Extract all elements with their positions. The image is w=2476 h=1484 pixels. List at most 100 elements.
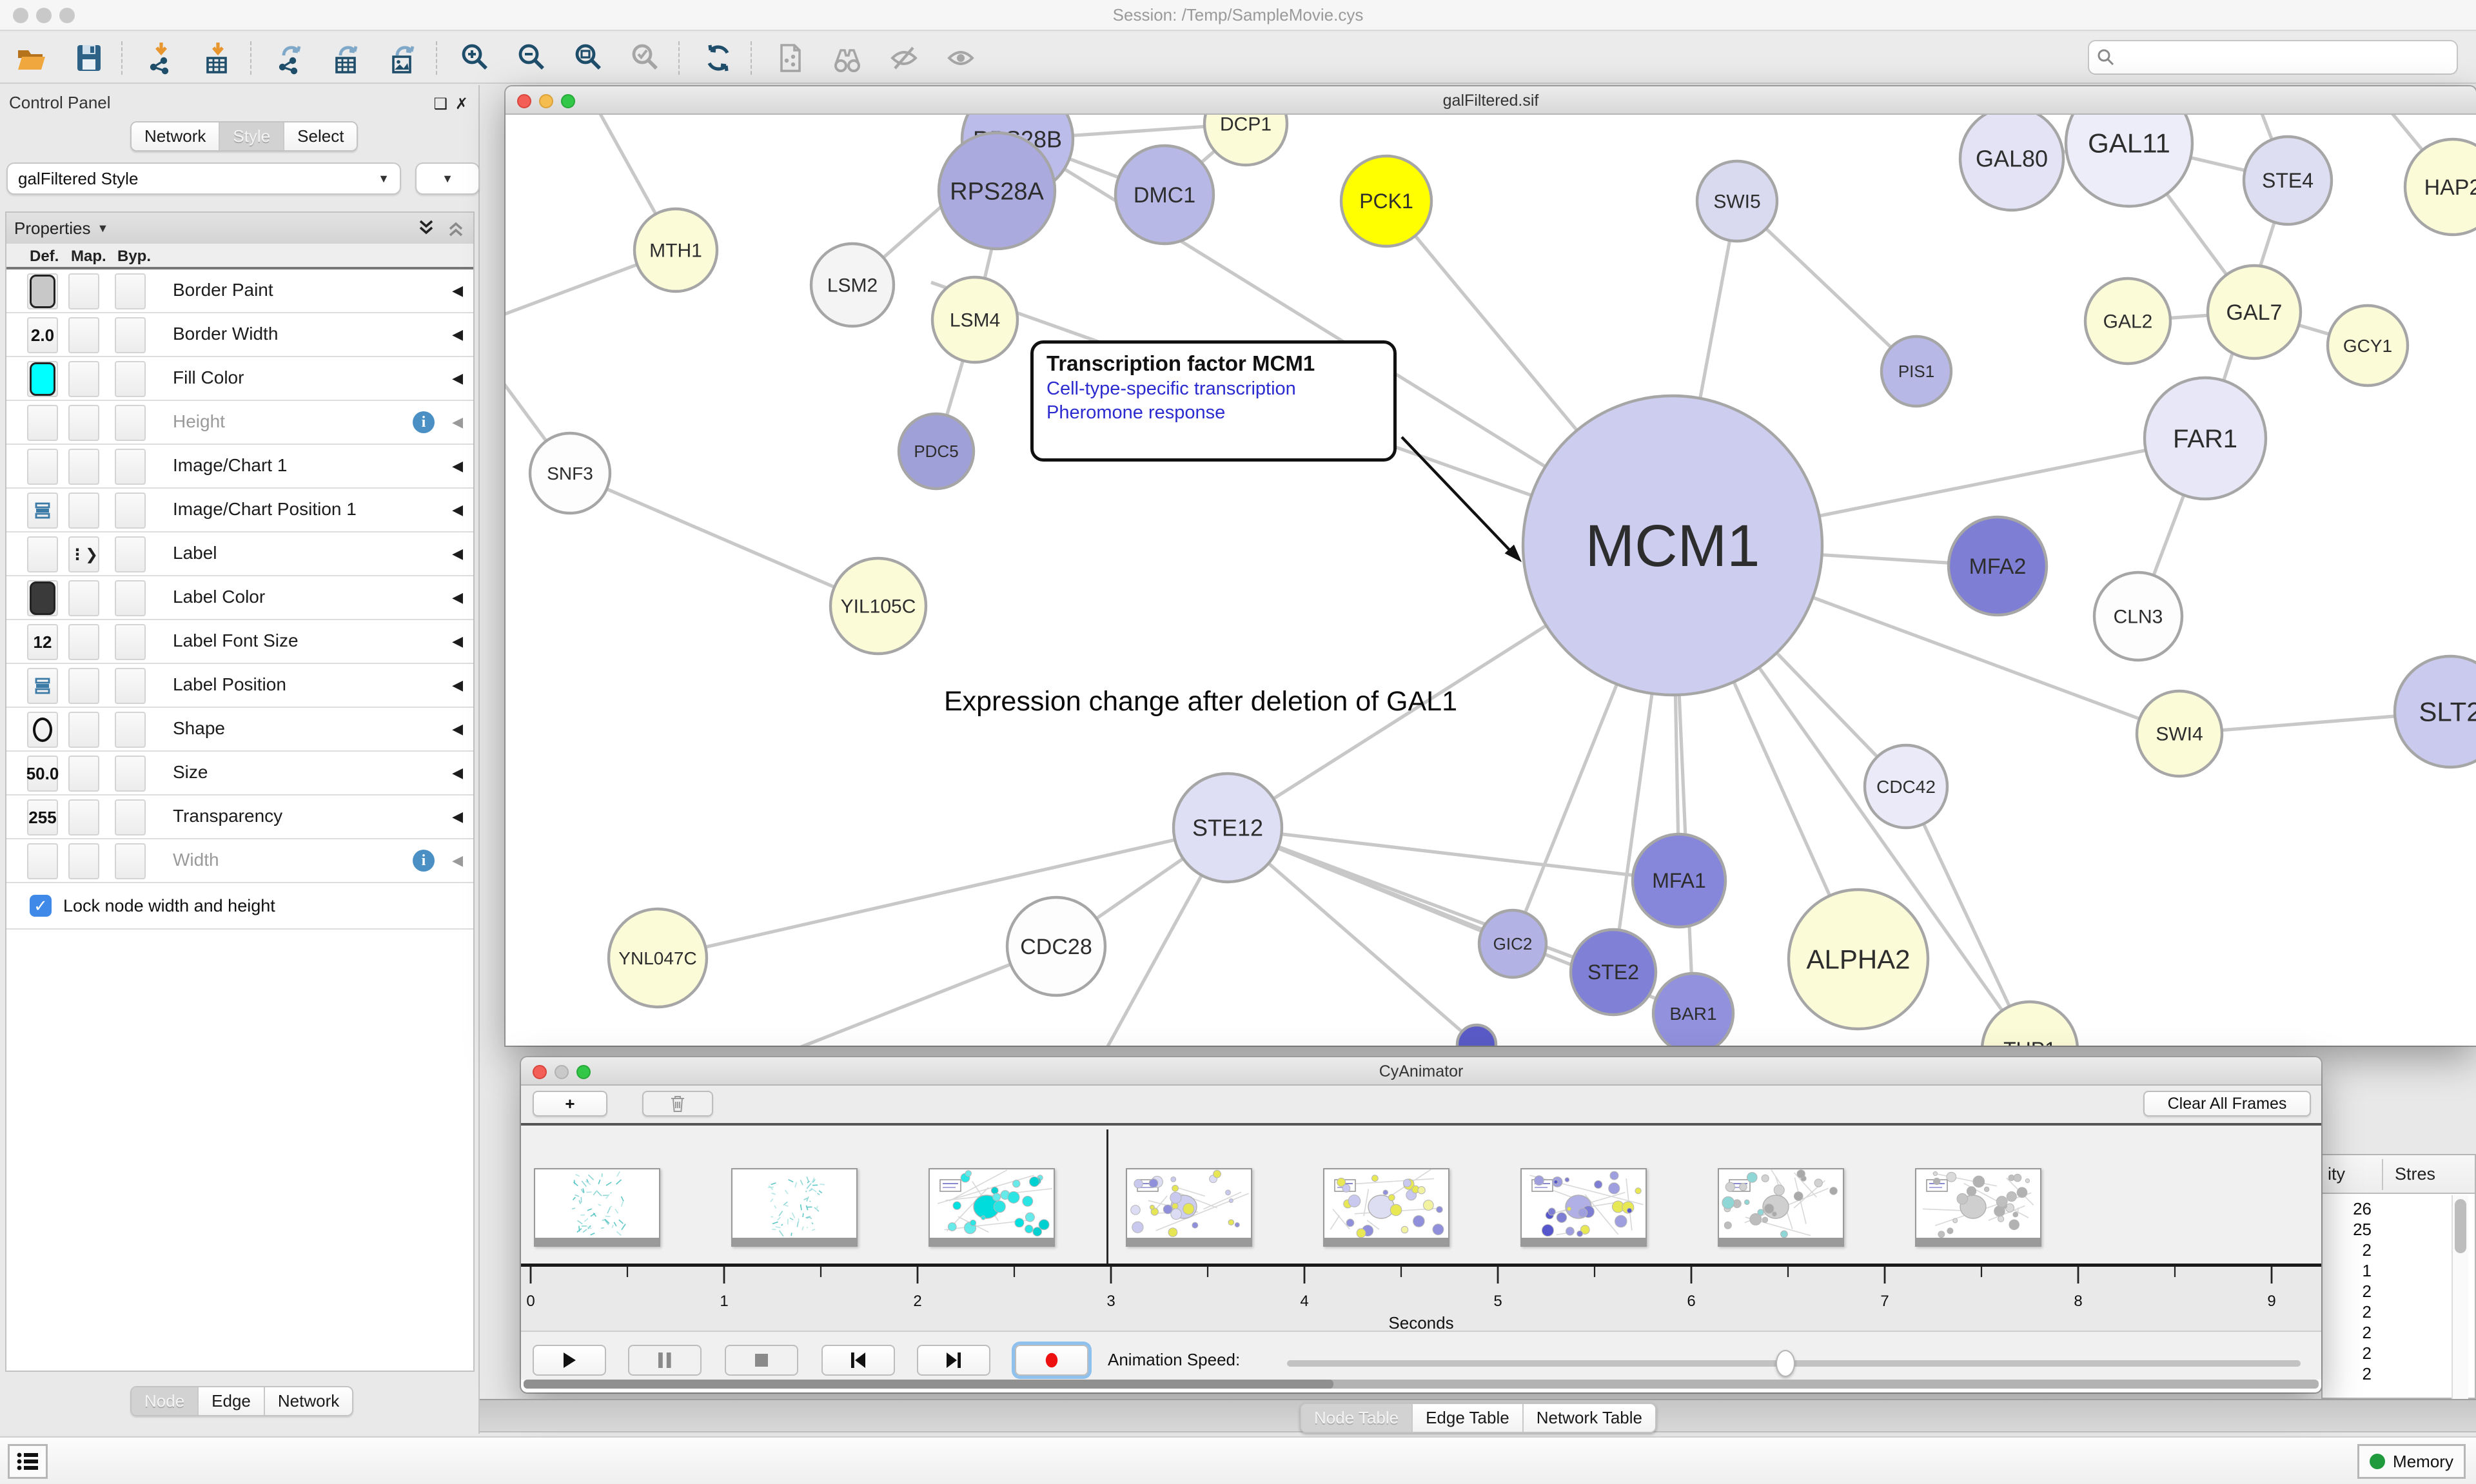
mapping-cell[interactable]: [68, 756, 99, 792]
network-node-dcp1[interactable]: DCP1: [1204, 115, 1287, 165]
play-button[interactable]: [533, 1345, 606, 1376]
mapping-cell[interactable]: [68, 712, 99, 748]
network-node-gal80[interactable]: GAL80: [1960, 115, 2063, 210]
mapping-cell[interactable]: [68, 624, 99, 660]
style-target-tab-network[interactable]: Network: [265, 1387, 352, 1415]
collapse-arrow-icon[interactable]: ◀: [452, 282, 463, 299]
network-node-pis1[interactable]: PIS1: [1882, 337, 1951, 406]
network-node-lsm4[interactable]: LSM4: [932, 277, 1017, 362]
style-options-button[interactable]: ▼: [415, 162, 480, 195]
mapping-cell[interactable]: [68, 273, 99, 309]
lock-size-checkbox[interactable]: ✓: [30, 895, 52, 917]
timeline-ruler[interactable]: 0123456789 Seconds: [521, 1264, 2321, 1331]
show-details-button[interactable]: [941, 39, 980, 77]
network-node-swi5[interactable]: SWI5: [1697, 161, 1777, 241]
network-node-bar1[interactable]: BAR1: [1653, 973, 1733, 1046]
cyanimator-titlebar[interactable]: CyAnimator: [521, 1057, 2321, 1086]
mapping-cell[interactable]: [68, 449, 99, 485]
scrollbar-thumb[interactable]: [524, 1380, 1333, 1389]
bypass-cell[interactable]: [115, 449, 146, 485]
table-cell[interactable]: 2: [2323, 1282, 2372, 1302]
table-cell[interactable]: 25: [2323, 1220, 2372, 1240]
default-cell[interactable]: 12: [27, 624, 58, 660]
memory-button[interactable]: Memory: [2357, 1444, 2466, 1479]
bypass-cell[interactable]: [115, 493, 146, 529]
network-node-far1[interactable]: FAR1: [2145, 378, 2266, 499]
dock-tab-node-table[interactable]: Node Table: [1301, 1404, 1413, 1432]
collapse-arrow-icon[interactable]: ◀: [452, 808, 463, 825]
default-cell[interactable]: [27, 405, 58, 441]
skip-to-end-button[interactable]: [917, 1345, 990, 1376]
default-cell[interactable]: [27, 273, 58, 309]
info-icon[interactable]: i: [413, 850, 435, 872]
network-node-tup1[interactable]: TUP1: [1982, 1002, 2078, 1046]
collapse-arrow-icon[interactable]: ◀: [452, 326, 463, 343]
bypass-cell[interactable]: [115, 405, 146, 441]
table-cell[interactable]: 2: [2323, 1343, 2372, 1363]
network-node-cdc42[interactable]: CDC42: [1865, 745, 1947, 828]
tab-select[interactable]: Select: [284, 122, 357, 150]
delete-frame-button[interactable]: [642, 1091, 713, 1117]
zoom-selected-button[interactable]: [627, 39, 665, 77]
bypass-cell[interactable]: [115, 361, 146, 397]
scrollbar-thumb[interactable]: [2455, 1199, 2466, 1253]
collapse-arrow-icon[interactable]: ◀: [452, 589, 463, 606]
bypass-cell[interactable]: [115, 668, 146, 704]
frame-thumbnail-1[interactable]: [731, 1168, 858, 1247]
network-node-ste2[interactable]: STE2: [1571, 930, 1656, 1015]
mapping-cell[interactable]: [68, 405, 99, 441]
table-scrollbar[interactable]: [2451, 1195, 2468, 1399]
table-col-header[interactable]: ity: [2328, 1164, 2345, 1184]
properties-header[interactable]: Properties ▼: [6, 213, 473, 244]
speed-slider-handle[interactable]: [1776, 1350, 1795, 1377]
table-cell[interactable]: 26: [2323, 1199, 2372, 1219]
default-cell[interactable]: [27, 712, 58, 748]
network-node-pdc5[interactable]: PDC5: [899, 414, 974, 489]
network-node-rps28a[interactable]: RPS28A: [939, 133, 1055, 249]
default-cell[interactable]: 255: [27, 799, 58, 835]
network-node-pck1[interactable]: PCK1: [1341, 156, 1431, 246]
network-node-cdc28[interactable]: CDC28: [1007, 897, 1105, 995]
close-panel-icon[interactable]: ✗: [455, 90, 468, 114]
table-cell[interactable]: 2: [2323, 1302, 2372, 1322]
table-cell[interactable]: 1: [2323, 1261, 2372, 1281]
info-icon[interactable]: i: [413, 411, 435, 433]
export-table-button[interactable]: [328, 39, 366, 77]
float-panel-icon[interactable]: ❑: [433, 90, 447, 114]
default-cell[interactable]: [27, 580, 58, 616]
frame-thumbnail-7[interactable]: [1915, 1168, 2041, 1247]
pause-button[interactable]: [628, 1345, 702, 1376]
import-table-button[interactable]: [199, 39, 237, 77]
import-network-button[interactable]: [142, 39, 181, 77]
mapping-cell[interactable]: ⋮❯: [68, 536, 99, 572]
frame-thumbnail-0[interactable]: [534, 1168, 660, 1247]
mapping-cell[interactable]: [68, 580, 99, 616]
frame-thumbnail-6[interactable]: [1718, 1168, 1844, 1247]
network-node-gic2[interactable]: GIC2: [1479, 910, 1546, 977]
zoom-out-button[interactable]: [513, 39, 552, 77]
collapse-all-icon[interactable]: [446, 219, 466, 238]
network-node-lsm2[interactable]: LSM2: [811, 244, 894, 326]
clear-all-frames-button[interactable]: Clear All Frames: [2143, 1091, 2311, 1117]
mapping-cell[interactable]: [68, 361, 99, 397]
network-node-slt2[interactable]: SLT2: [2395, 656, 2476, 767]
mapping-cell[interactable]: [68, 317, 99, 353]
record-button[interactable]: [1015, 1345, 1088, 1376]
table-cell[interactable]: 2: [2323, 1240, 2372, 1260]
duplicate-network-button[interactable]: [771, 39, 810, 77]
network-node-swi4[interactable]: SWI4: [2137, 691, 2222, 776]
show-panels-button[interactable]: [8, 1444, 48, 1479]
network-node-ste12[interactable]: STE12: [1174, 774, 1282, 882]
hide-details-button[interactable]: [885, 39, 923, 77]
bypass-cell[interactable]: [115, 580, 146, 616]
collapse-arrow-icon[interactable]: ◀: [452, 677, 463, 694]
bypass-cell[interactable]: [115, 624, 146, 660]
dock-tab-edge-table[interactable]: Edge Table: [1413, 1404, 1524, 1432]
refresh-layout-button[interactable]: [699, 39, 738, 77]
mapping-cell[interactable]: [68, 668, 99, 704]
mapping-cell[interactable]: [68, 799, 99, 835]
bypass-cell[interactable]: [115, 843, 146, 879]
tab-network[interactable]: Network: [132, 122, 220, 150]
network-node-mfa2[interactable]: MFA2: [1949, 517, 2047, 615]
network-node-gal7[interactable]: GAL7: [2208, 266, 2301, 358]
